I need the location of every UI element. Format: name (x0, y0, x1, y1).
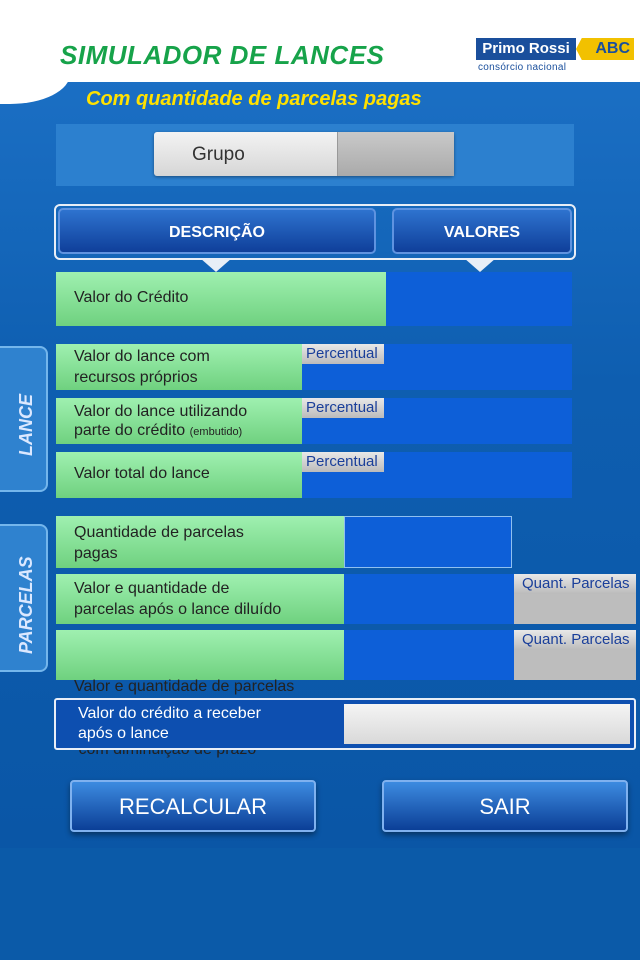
lance-credito-label: Valor do lance utilizando parte do crédi… (56, 398, 302, 444)
logo-tagline: consórcio nacional (478, 62, 567, 73)
credito-receber-line2: após o lance (78, 725, 169, 742)
lance-credito-line2: parte do crédito (74, 422, 186, 439)
app-header: SIMULADOR DE LANCES Primo Rossi ABC cons… (0, 34, 640, 82)
parcelas-group-label: PARCELAS (16, 556, 36, 654)
lance-proprios-value[interactable] (386, 344, 572, 390)
logo-name: Primo Rossi (476, 38, 576, 60)
percentual-tag: Percentual (302, 398, 384, 418)
credito-receber-value[interactable] (344, 704, 630, 744)
lance-proprios-line1: Valor do lance com (74, 348, 210, 365)
valor-credito-value[interactable] (386, 272, 572, 326)
grupo-dropdown-button[interactable] (337, 132, 454, 176)
parcelas-diluido-line1: Valor e quantidade de (74, 580, 230, 597)
parcelas-diluido-line2: parcelas após o lance diluído (74, 601, 282, 618)
lance-total-label: Valor total do lance (56, 452, 302, 498)
column-header-descricao: DESCRIÇÃO (58, 208, 376, 254)
parcelas-diluido-value[interactable] (344, 574, 514, 624)
recalcular-button[interactable]: RECALCULAR (70, 780, 316, 832)
credito-receber-line1: Valor do crédito a receber (78, 705, 261, 722)
lance-credito-line1: Valor do lance utilizando (74, 403, 248, 420)
logo-abc: ABC (576, 38, 634, 60)
parcelas-diluido-label: Valor e quantidade de parcelas após o la… (56, 574, 344, 624)
grupo-label: Grupo (192, 144, 245, 165)
parcelas-prazo-label: Valor e quantidade de parcelas com dimin… (56, 630, 344, 758)
quant-parcelas-tag: Quant. Parcelas (514, 574, 636, 594)
app-title: SIMULADOR DE LANCES (60, 40, 385, 70)
credito-receber-row: Valor do crédito a receber após o lance (54, 698, 636, 750)
percentual-tag: Percentual (302, 344, 384, 364)
parcelas-prazo-value[interactable] (344, 630, 514, 680)
credito-receber-label: Valor do crédito a receber após o lance (78, 704, 261, 744)
percentual-tag: Percentual (302, 452, 384, 472)
lance-total-value[interactable] (386, 452, 572, 498)
lance-proprios-line2: recursos próprios (74, 369, 198, 386)
arrow-down-icon (464, 258, 496, 272)
parcelas-prazo-line1: Valor e quantidade de parcelas (74, 678, 295, 695)
parcelas-pagas-value[interactable] (344, 516, 512, 568)
lance-credito-note: (embutido) (189, 426, 243, 438)
valor-credito-label: Valor do Crédito (56, 272, 386, 326)
sair-button[interactable]: SAIR (382, 780, 628, 832)
parcelas-pagas-line1: Quantidade de parcelas (74, 524, 244, 541)
lance-proprios-label: Valor do lance com recursos próprios (56, 344, 302, 390)
primo-rossi-logo: Primo Rossi ABC consórcio nacional (476, 38, 634, 78)
column-header-valores: VALORES (392, 208, 572, 254)
arrow-down-icon (200, 258, 232, 272)
lance-credito-value[interactable] (386, 398, 572, 444)
status-bar-area (0, 0, 640, 34)
lance-group-label: LANCE (16, 394, 36, 456)
quant-parcelas-tag: Quant. Parcelas (514, 630, 636, 650)
parcelas-pagas-line2: pagas (74, 545, 118, 562)
page-subtitle: Com quantidade de parcelas pagas (86, 88, 422, 110)
parcelas-pagas-label: Quantidade de parcelas pagas (56, 516, 344, 568)
grupo-select[interactable]: Grupo (154, 132, 454, 176)
